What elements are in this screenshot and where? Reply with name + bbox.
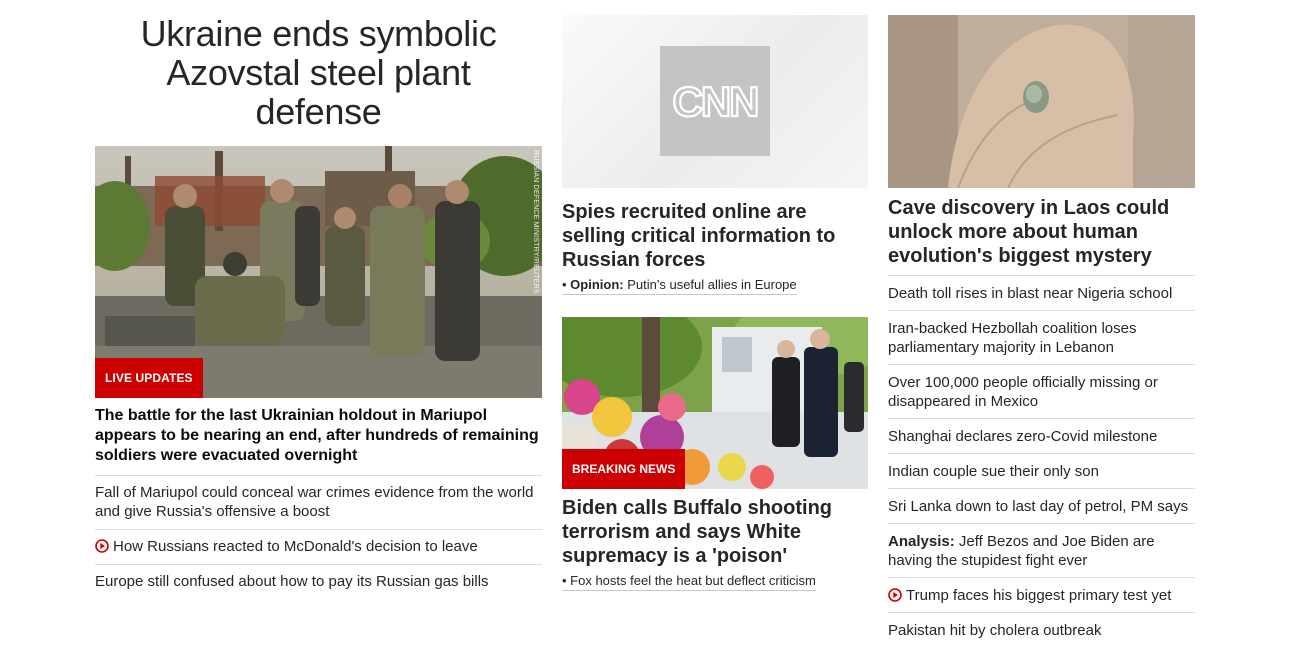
story-spies: CNN Spies recruited online are selling c…: [562, 15, 868, 295]
right-column: Cave discovery in Laos could unlock more…: [888, 15, 1195, 647]
story-image[interactable]: CNN: [562, 15, 868, 188]
headline-list: Death toll rises in blast near Nigeria s…: [888, 275, 1195, 647]
list-item[interactable]: Sri Lanka down to last day of petrol, PM…: [888, 489, 1195, 524]
breaking-news-badge: BREAKING NEWS: [562, 449, 686, 489]
photo-credit: RUSSIAN DEFENCE MINISTRY/REUTERS: [532, 150, 539, 294]
lead-story-image[interactable]: RUSSIAN DEFENCE MINISTRY/REUTERS LIVE UP…: [95, 146, 542, 398]
story-image[interactable]: [888, 15, 1195, 188]
story-title[interactable]: Biden calls Buffalo shooting terrorism a…: [562, 496, 868, 568]
link-text: Pakistan hit by cholera outbreak: [888, 622, 1102, 639]
lead-story-blurb[interactable]: The battle for the last Ukrainian holdou…: [95, 406, 542, 476]
cnn-logo: CNN: [660, 46, 770, 156]
link-text: Putin's useful allies in Europe: [627, 277, 797, 292]
list-item[interactable]: Fall of Mariupol could conceal war crime…: [95, 476, 542, 530]
play-circle-icon: [95, 539, 109, 553]
lead-related-links: Fall of Mariupol could conceal war crime…: [95, 476, 542, 599]
link-text: Europe still confused about how to pay i…: [95, 573, 489, 590]
tooth-in-hand-photo: [888, 15, 1195, 188]
list-item[interactable]: How Russians reacted to McDonald's decis…: [95, 530, 542, 565]
list-item[interactable]: Europe still confused about how to pay i…: [95, 565, 542, 599]
link-text: Death toll rises in blast near Nigeria s…: [888, 285, 1173, 302]
link-text: Trump faces his biggest primary test yet: [906, 587, 1172, 604]
list-item[interactable]: Pakistan hit by cholera outbreak: [888, 613, 1195, 647]
lead-story-column: Ukraine ends symbolic Azovstal steel pla…: [95, 14, 542, 599]
middle-column: CNN Spies recruited online are selling c…: [562, 15, 868, 591]
list-item[interactable]: Analysis: Jeff Bezos and Joe Biden are h…: [888, 524, 1195, 578]
play-circle-icon: [888, 588, 902, 602]
list-item[interactable]: Over 100,000 people officially missing o…: [888, 365, 1195, 419]
cnn-logo-icon: CNN: [671, 77, 760, 126]
lead-headline[interactable]: Ukraine ends symbolic Azovstal steel pla…: [95, 14, 542, 131]
story-image[interactable]: BREAKING NEWS: [562, 317, 868, 489]
link-text: Over 100,000 people officially missing o…: [888, 374, 1158, 410]
opinion-label: Opinion:: [570, 277, 624, 292]
list-item[interactable]: Shanghai declares zero-Covid milestone: [888, 419, 1195, 454]
live-updates-badge: LIVE UPDATES: [95, 358, 203, 398]
link-text: Fox hosts feel the heat but deflect crit…: [570, 573, 816, 588]
list-item[interactable]: Death toll rises in blast near Nigeria s…: [888, 276, 1195, 311]
story-title[interactable]: Spies recruited online are selling criti…: [562, 200, 868, 272]
story-biden: BREAKING NEWS Biden calls Buffalo shooti…: [562, 317, 868, 591]
link-text: Shanghai declares zero-Covid milestone: [888, 428, 1158, 445]
list-item[interactable]: Iran-backed Hezbollah coalition loses pa…: [888, 311, 1195, 365]
link-text: Sri Lanka down to last day of petrol, PM…: [888, 498, 1189, 515]
link-text: Indian couple sue their only son: [888, 463, 1099, 480]
link-text: How Russians reacted to McDonald's decis…: [113, 538, 478, 555]
list-item[interactable]: Trump faces his biggest primary test yet: [888, 578, 1195, 613]
story-title[interactable]: Cave discovery in Laos could unlock more…: [888, 196, 1195, 268]
analysis-label: Analysis:: [888, 533, 955, 550]
related-link[interactable]: • Fox hosts feel the heat but deflect cr…: [562, 572, 816, 591]
cnn-logo-text: CNN: [673, 78, 758, 125]
list-item[interactable]: Indian couple sue their only son: [888, 454, 1195, 489]
link-text: Fall of Mariupol could conceal war crime…: [95, 484, 534, 520]
link-text: Iran-backed Hezbollah coalition loses pa…: [888, 320, 1137, 356]
opinion-link[interactable]: • Opinion: Putin's useful allies in Euro…: [562, 276, 797, 295]
